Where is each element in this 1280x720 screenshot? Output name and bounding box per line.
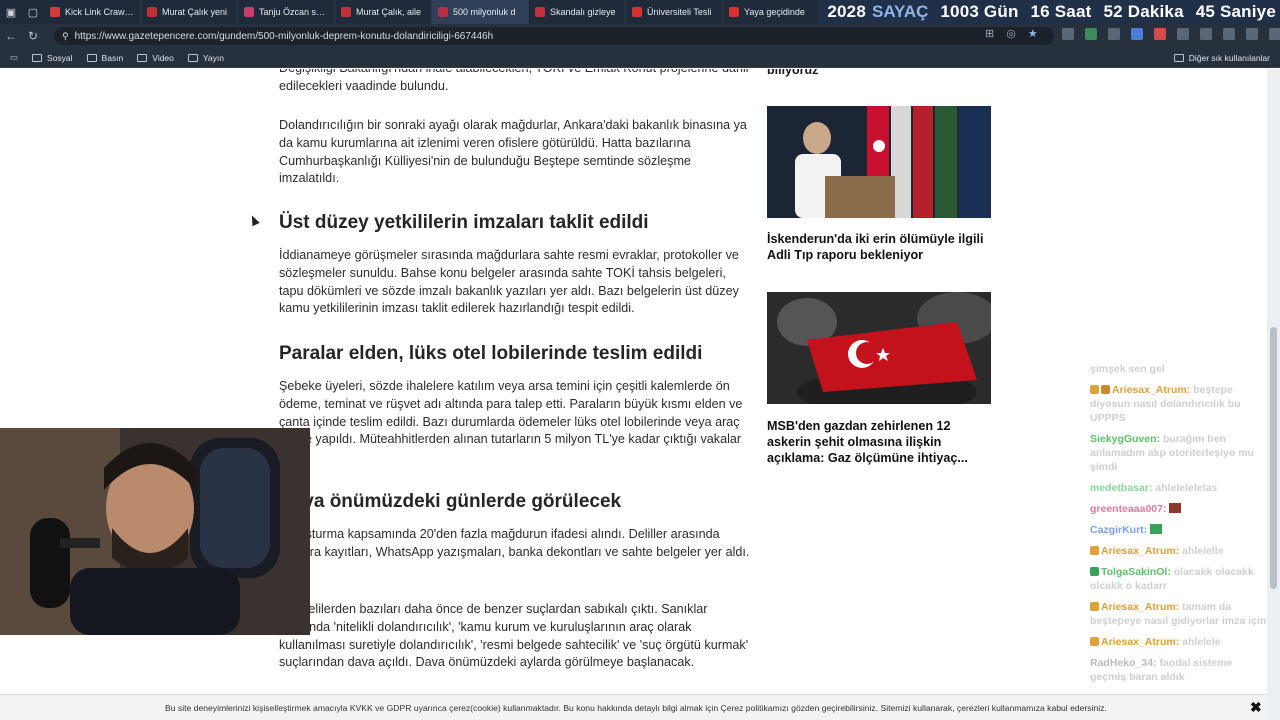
news-thumbnail-flag-coffin[interactable] [767, 292, 991, 404]
counter-days: 1003 Gün [940, 2, 1019, 21]
tab-favicon-icon [244, 7, 254, 17]
extension-icon[interactable] [1177, 28, 1189, 40]
extensions-puzzle-icon[interactable] [1223, 28, 1235, 40]
chat-message: CazgirKurt: [1090, 523, 1268, 537]
tab-favicon-icon [341, 7, 351, 17]
folder-icon [187, 53, 198, 62]
bookmark-folder[interactable]: Sosyal [32, 53, 73, 63]
chat-emote-icon [1150, 524, 1163, 534]
browser-tab[interactable]: Murat Çalık yeni [141, 0, 238, 24]
collections-icon[interactable] [1269, 28, 1280, 40]
counter-hours: 16 Saat [1030, 2, 1092, 21]
browser-tab[interactable]: Kick Link Crawler [44, 0, 141, 24]
chat-message: Ariesax_Atrum: ahlelelle [1090, 544, 1268, 558]
app-available-icon[interactable]: ⊞ [985, 27, 994, 40]
chat-message: Ariesax_Atrum: tamam da beştepeye nasıl … [1090, 601, 1267, 627]
news-headline[interactable]: İskenderun'da iki erin ölümüyle ilgili A… [767, 231, 991, 263]
tab-favicon-icon [438, 7, 448, 17]
mouse-cursor [248, 213, 260, 227]
article-paragraph: İddianameye görüşmeler sırasında mağdurl… [279, 248, 739, 316]
chat-badge-icon [1090, 637, 1099, 646]
extension-icon[interactable] [1154, 28, 1166, 40]
stream-countdown-counter: 2028 SAYAÇ 1003 Gün 16 Saat 52 Dakika 45… [821, 0, 1280, 24]
tab-strip: ▣ ▢ Kick Link Crawler Murat Çalık yeni T… [0, 0, 1280, 24]
extensions-area [1062, 28, 1280, 40]
address-bar[interactable]: ⚲ https://www.gazetepencere.com/gundem/5… [54, 27, 1054, 45]
bookmark-folder[interactable]: Video [137, 53, 174, 63]
workspaces-icon[interactable]: ▣ [0, 0, 22, 24]
site-info-icon[interactable]: ⚲ [62, 31, 69, 42]
address-bar-actions: ⊞ ◎ ★ [985, 27, 1038, 40]
scrollbar-thumb[interactable] [1270, 327, 1277, 589]
reading-list-icon[interactable]: ▭ [10, 52, 18, 63]
tab-actions-icon[interactable]: ▢ [22, 0, 44, 24]
bookmarks-bar: ▭ Sosyal Basın Video Yayın Diğer sık kul… [0, 48, 1280, 68]
counter-minutes: 52 Dakika [1103, 2, 1184, 21]
browser-tab[interactable]: Skandalı gizleye [529, 0, 626, 24]
chat-message: medetbasar: ahlelelelelas [1090, 482, 1218, 494]
chat-emote-icon [1169, 503, 1182, 513]
chat-message: greenteaaa007: [1090, 502, 1268, 516]
favorites-icon[interactable] [1246, 28, 1258, 40]
page-scrollbar[interactable] [1267, 69, 1280, 720]
extension-icon[interactable] [1108, 28, 1120, 40]
tab-favicon-icon [729, 7, 739, 17]
chat-badge-icon [1090, 385, 1099, 394]
browser-tab[interactable]: Murat Çalık, aile [335, 0, 432, 24]
chat-message: RadHeko_34: faodal sisteme geçmiş baran … [1090, 657, 1233, 683]
article-subheading: Paralar elden, lüks otel lobilerinde tes… [279, 343, 703, 364]
url-text: https://www.gazetepencere.com/gundem/500… [74, 30, 494, 42]
chat-message: TolgaSakinOl: olacakk olacakk olcakk o k… [1090, 566, 1254, 592]
extension-icon[interactable] [1200, 28, 1212, 40]
article-paragraph: Değişikliği Bakanlığı'ndan ihale alabile… [279, 69, 749, 93]
chat-message: Ariesax_Atrum: ahlelele [1090, 635, 1268, 649]
tab-favicon-icon [632, 7, 642, 17]
chat-badge-icon [1101, 385, 1110, 394]
tab-favicon-icon [147, 7, 157, 17]
counter-year: 2028 [827, 2, 866, 21]
folder-icon [1173, 54, 1184, 62]
folder-icon [86, 53, 97, 62]
browser-tab[interactable]: Yaya geçidinde [723, 0, 820, 24]
tab-favicon-icon [535, 7, 545, 17]
tab-favicon-icon [50, 7, 60, 17]
browser-tab[interactable]: Üniversiteli Tesli [626, 0, 723, 24]
other-bookmarks[interactable]: Diğer sık kullanılanlar [1173, 53, 1270, 63]
chat-badge-icon [1090, 602, 1099, 611]
streamer-webcam [0, 428, 310, 635]
chat-message: Ariesax_Atrum: beştepe diyosun nasıl dol… [1090, 384, 1241, 424]
chat-badge-icon [1090, 546, 1099, 555]
cookie-consent-bar: Bu site deneyimlerinizi kişiselleştirmek… [0, 694, 1267, 720]
extension-icon[interactable] [1131, 28, 1143, 40]
article-paragraph: Şebeke üyeleri, sözde ihalelere katılım … [279, 379, 743, 464]
favorite-star-icon[interactable]: ★ [1028, 27, 1038, 40]
article-paragraph: Soruşturma kapsamında 20'den fazla mağdu… [279, 527, 750, 559]
close-icon[interactable]: ✖ [1250, 699, 1262, 716]
article-paragraph: Dolandırıcılığın bir sonraki ayağı olara… [279, 118, 747, 186]
chat-badge-icon [1090, 567, 1099, 576]
sidebar-title-fragment[interactable]: biliyoruz [767, 69, 818, 77]
chat-message: şımşek sen gel [1090, 363, 1165, 375]
folder-icon [32, 53, 43, 62]
chat-message: SiekygGuven: burağım ben anlamadım akp o… [1090, 433, 1254, 473]
extension-icon[interactable] [1085, 28, 1097, 40]
back-icon[interactable]: ← [0, 24, 22, 48]
bookmark-folder[interactable]: Yayın [187, 53, 224, 63]
stream-chat-overlay: şımşek sen gel Ariesax_Atrum: beştepe di… [1090, 362, 1268, 691]
article-subheading: Dava önümüzdeki günlerde görülecek [279, 491, 622, 512]
refresh-icon[interactable]: ↻ [22, 24, 44, 48]
bookmark-folder[interactable]: Basın [86, 53, 123, 63]
cookie-notice-text: Bu site deneyimlerinizi kişiselleştirmek… [165, 702, 1107, 713]
news-thumbnail-admiral[interactable] [767, 106, 991, 218]
reader-icon[interactable]: ◎ [1006, 27, 1016, 40]
article-subheading: Üst düzey yetkililerin imzaları taklit e… [279, 212, 649, 233]
news-headline[interactable]: MSB'den gazdan zehirlenen 12 askerin şeh… [767, 418, 991, 466]
folder-icon [137, 53, 148, 62]
counter-seconds: 45 Saniye [1195, 2, 1276, 21]
browser-tab-active[interactable]: 500 milyonluk d [432, 0, 529, 24]
article-paragraph: Şüphelilerden bazıları daha önce de benz… [279, 602, 749, 670]
counter-label: SAYAÇ [872, 2, 929, 21]
extension-icon[interactable] [1062, 28, 1074, 40]
browser-tab[interactable]: Tanju Özcan skan [238, 0, 335, 24]
